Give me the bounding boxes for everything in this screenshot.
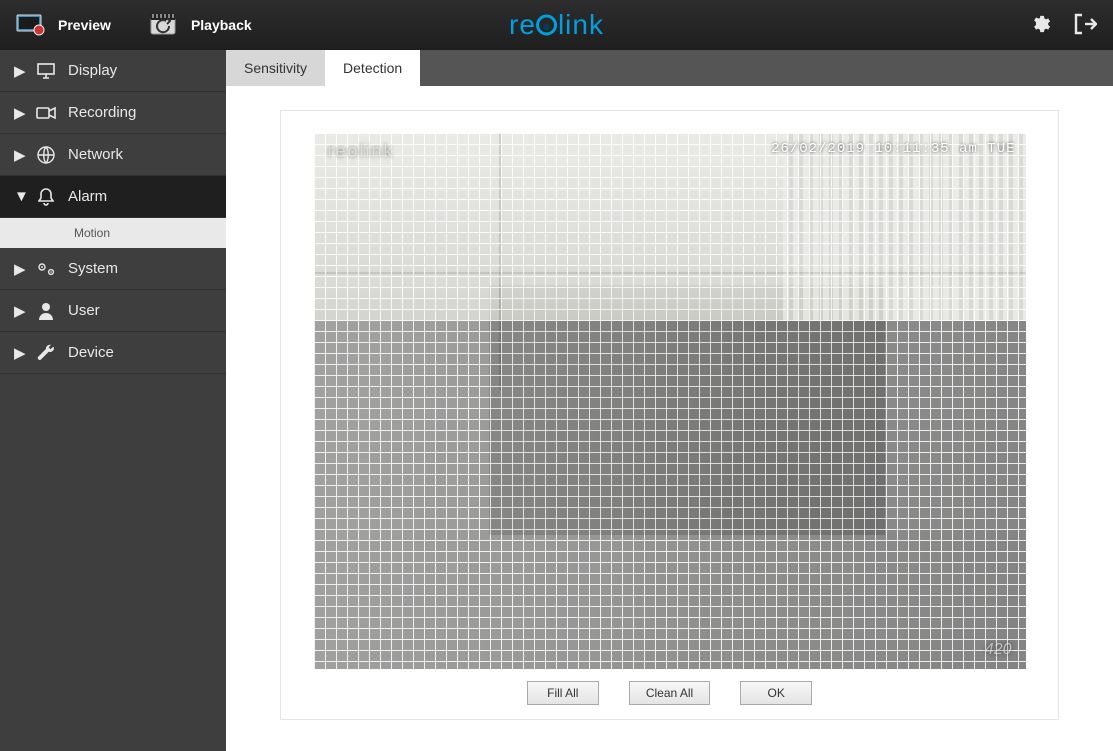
sidebar-sub-label: Motion bbox=[74, 226, 110, 240]
sidebar-item-system[interactable]: ▶ System bbox=[0, 248, 226, 290]
sidebar-item-recording[interactable]: ▶ Recording bbox=[0, 92, 226, 134]
detection-card: reolink 26/02/2019 10:11:35 am TUE 420 F… bbox=[280, 110, 1059, 720]
sidebar-item-alarm[interactable]: ▼ Alarm bbox=[0, 176, 226, 218]
chevron-right-icon: ▶ bbox=[14, 146, 24, 164]
sidebar-sub-motion[interactable]: Motion bbox=[0, 218, 226, 248]
ok-button[interactable]: OK bbox=[740, 681, 812, 705]
brand-logo: relink bbox=[509, 9, 604, 41]
sidebar-item-label: Display bbox=[68, 62, 117, 79]
osd-bitrate: 420 bbox=[985, 641, 1012, 659]
sidebar: ▶ Display ▶ Recording ▶ Network ▼ bbox=[0, 50, 226, 751]
settings-icon[interactable] bbox=[1029, 13, 1051, 38]
wrench-icon bbox=[36, 343, 56, 363]
chevron-right-icon: ▶ bbox=[14, 62, 24, 80]
chevron-right-icon: ▶ bbox=[14, 260, 24, 278]
sidebar-item-label: User bbox=[68, 302, 100, 319]
monitor-icon bbox=[36, 61, 56, 81]
osd-watermark: reolink bbox=[328, 141, 395, 162]
logout-icon[interactable] bbox=[1073, 13, 1097, 38]
sidebar-item-label: System bbox=[68, 260, 118, 277]
user-icon bbox=[36, 301, 56, 321]
clean-all-button[interactable]: Clean All bbox=[629, 681, 710, 705]
chevron-right-icon: ▶ bbox=[14, 302, 24, 320]
sidebar-item-label: Recording bbox=[68, 104, 136, 121]
tab-bar: Sensitivity Detection bbox=[226, 50, 1113, 86]
camera-scene bbox=[314, 133, 1026, 669]
nav-preview-label: Preview bbox=[58, 17, 111, 33]
sidebar-item-device[interactable]: ▶ Device bbox=[0, 332, 226, 374]
gears-icon bbox=[36, 259, 56, 279]
preview-icon bbox=[16, 13, 46, 37]
chevron-right-icon: ▶ bbox=[14, 104, 24, 122]
fill-all-button[interactable]: Fill All bbox=[527, 681, 599, 705]
sidebar-item-label: Alarm bbox=[68, 188, 107, 205]
nav-preview[interactable]: Preview bbox=[16, 13, 111, 37]
chevron-right-icon: ▶ bbox=[14, 344, 24, 362]
sidebar-item-label: Network bbox=[68, 146, 123, 163]
top-bar: Preview Playback relink bbox=[0, 0, 1113, 50]
chevron-down-icon: ▼ bbox=[14, 188, 24, 205]
nav-playback[interactable]: Playback bbox=[149, 13, 252, 37]
detection-zone-editor[interactable]: reolink 26/02/2019 10:11:35 am TUE 420 bbox=[314, 133, 1026, 669]
sidebar-item-label: Device bbox=[68, 344, 114, 361]
camera-icon bbox=[36, 103, 56, 123]
tab-label: Sensitivity bbox=[244, 60, 307, 76]
content-area: Sensitivity Detection bbox=[226, 50, 1113, 751]
tab-label: Detection bbox=[343, 60, 402, 76]
osd-timestamp: 26/02/2019 10:11:35 am TUE bbox=[771, 141, 1015, 157]
tab-sensitivity[interactable]: Sensitivity bbox=[226, 50, 325, 86]
sidebar-item-display[interactable]: ▶ Display bbox=[0, 50, 226, 92]
globe-icon bbox=[36, 145, 56, 165]
bell-icon bbox=[36, 187, 56, 207]
nav-playback-label: Playback bbox=[191, 17, 252, 33]
sidebar-item-network[interactable]: ▶ Network bbox=[0, 134, 226, 176]
tab-detection[interactable]: Detection bbox=[325, 50, 420, 86]
sidebar-item-user[interactable]: ▶ User bbox=[0, 290, 226, 332]
button-row: Fill All Clean All OK bbox=[299, 681, 1040, 705]
playback-icon bbox=[149, 13, 179, 37]
